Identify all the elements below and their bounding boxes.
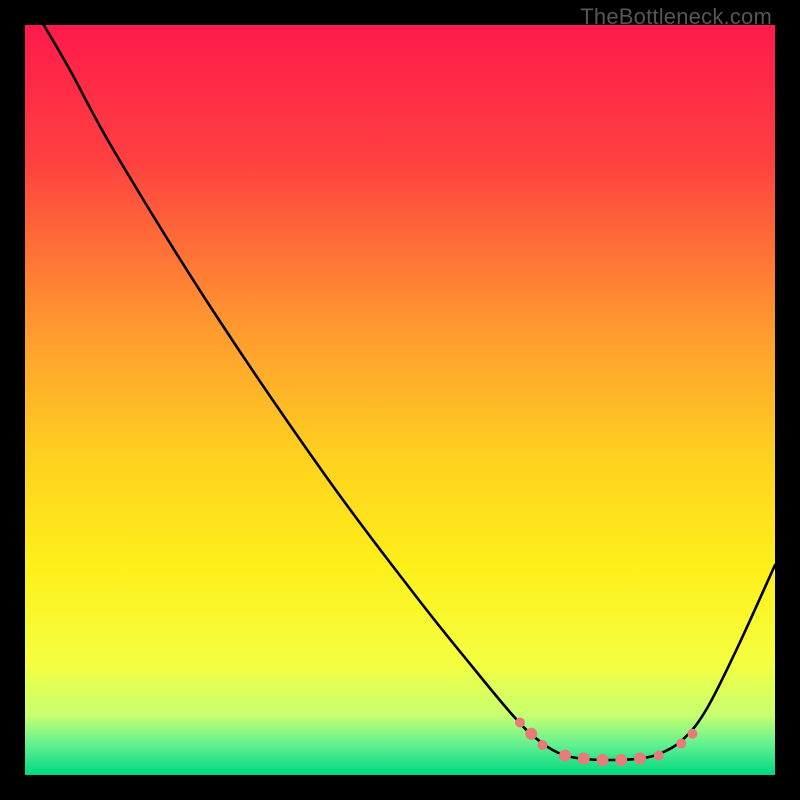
data-marker <box>525 728 537 740</box>
data-marker <box>597 754 609 766</box>
bottleneck-chart <box>25 25 775 775</box>
data-marker <box>654 751 664 761</box>
chart-container: TheBottleneck.com <box>0 0 800 800</box>
gradient-background <box>25 25 775 775</box>
data-marker <box>676 739 686 749</box>
data-marker <box>559 750 571 762</box>
plot-area <box>25 25 775 775</box>
data-marker <box>515 718 525 728</box>
data-marker <box>688 729 698 739</box>
data-marker <box>538 740 548 750</box>
data-marker <box>634 753 646 765</box>
data-marker <box>578 753 590 765</box>
data-marker <box>615 754 627 766</box>
